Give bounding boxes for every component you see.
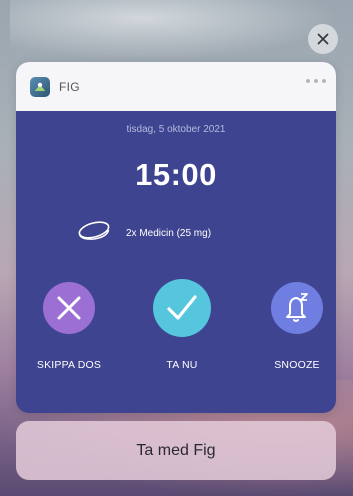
more-icon[interactable] xyxy=(306,79,326,83)
medication-text: 2x Medicin (25 mg) xyxy=(126,227,212,239)
take-circle[interactable] xyxy=(153,279,211,337)
medication-row: 2x Medicin (25 mg) xyxy=(74,219,211,247)
app-icon xyxy=(30,76,50,97)
pill-icon xyxy=(74,219,114,247)
take-now-label: TA NU xyxy=(166,359,198,371)
snooze-circle[interactable] xyxy=(271,282,323,334)
snooze-button[interactable]: SNOOZE xyxy=(242,282,336,371)
check-icon xyxy=(167,295,197,320)
notification-time: 15:00 xyxy=(135,157,217,192)
x-icon xyxy=(57,296,81,320)
close-button[interactable] xyxy=(308,24,338,54)
app-name: FIG xyxy=(59,79,80,94)
take-now-button[interactable]: TA NU xyxy=(127,279,237,371)
open-app-button[interactable]: Ta med Fig xyxy=(16,421,336,480)
background-blur-top xyxy=(10,0,340,60)
skip-circle[interactable] xyxy=(43,282,95,334)
skip-dose-label: SKIPPA DOS xyxy=(36,359,102,371)
notification-card: FIG tisdag, 5 oktober 2021 15:00 2x Medi… xyxy=(16,62,336,413)
skip-dose-button[interactable]: SKIPPA DOS xyxy=(16,282,124,371)
snooze-label: SNOOZE xyxy=(274,359,320,371)
notification-date: tisdag, 5 oktober 2021 xyxy=(126,124,226,135)
notification-header: FIG xyxy=(16,62,336,111)
close-icon xyxy=(317,33,329,45)
bell-snooze-icon xyxy=(286,293,308,322)
